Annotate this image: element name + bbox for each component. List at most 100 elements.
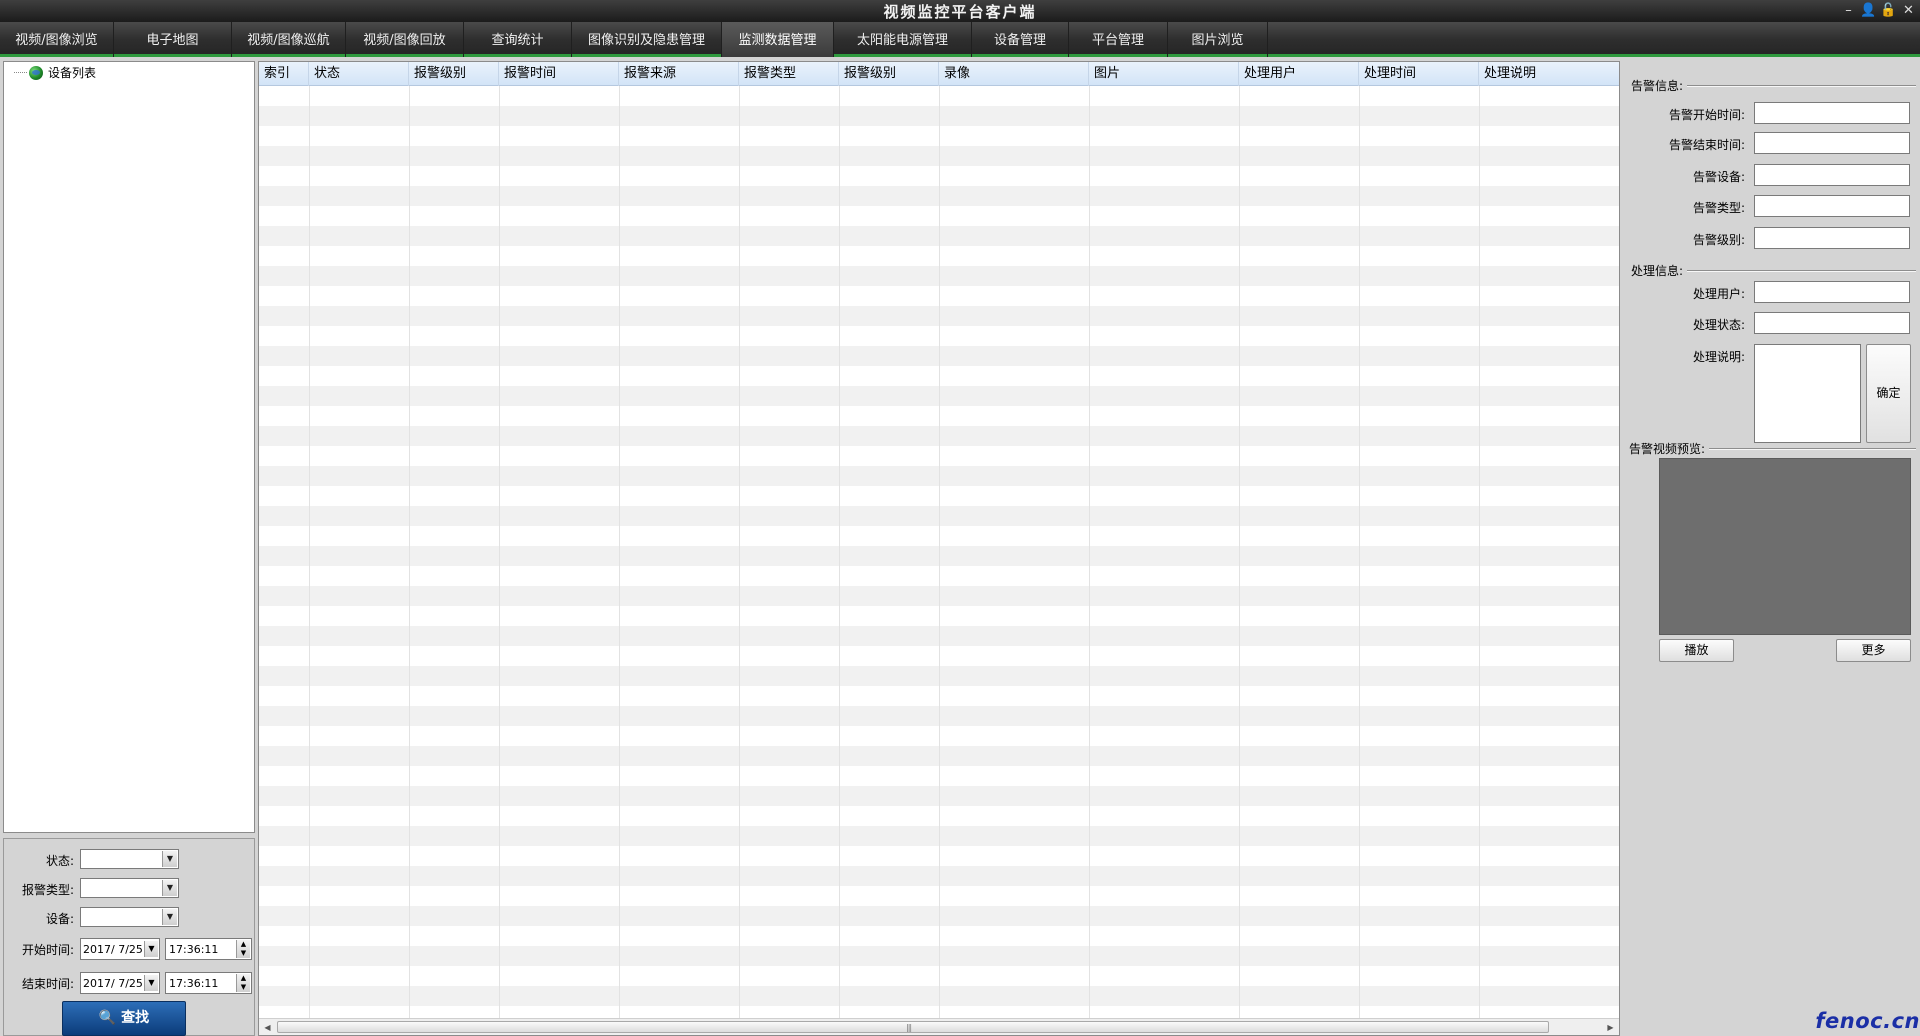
col-header-handler[interactable]: 处理用户 — [1239, 62, 1359, 86]
handle-note-textarea[interactable] — [1754, 344, 1861, 443]
col-header-recording[interactable]: 录像 — [939, 62, 1089, 86]
alarm-start-field[interactable] — [1754, 102, 1910, 124]
col-header-handle-note[interactable]: 处理说明 — [1479, 62, 1619, 86]
more-button[interactable]: 更多 — [1836, 639, 1911, 662]
tab-platform-mgmt[interactable]: 平台管理 — [1069, 22, 1168, 57]
alarm-start-label: 告警开始时间: — [1668, 108, 1745, 122]
window-controls: – 👤 🔓 ✕ — [1839, 1, 1918, 19]
tab-image-recognition[interactable]: 图像识别及隐患管理 — [572, 22, 722, 57]
device-tree[interactable]: 设备列表 — [3, 61, 255, 833]
alarm-end-label: 告警结束时间: — [1668, 138, 1745, 152]
col-header-status[interactable]: 状态 — [309, 62, 409, 86]
detail-panel: 告警信息: 告警开始时间: 告警结束时间: 告警设备: 告警类型: 告警级别: … — [1623, 61, 1920, 1036]
alarm-info-section: 告警信息: — [1631, 77, 1916, 94]
table-header: 索引 状态 报警级别 报警时间 报警来源 报警类型 报警级别 录像 图片 处理用… — [259, 62, 1619, 86]
chevron-down-icon[interactable]: ▼ — [162, 909, 177, 925]
start-time-spinner[interactable]: 17:36:11 ▲ ▼ — [165, 938, 252, 960]
column-divider — [939, 86, 940, 1019]
chevron-down-icon[interactable]: ▼ — [144, 941, 158, 957]
handler-field[interactable] — [1754, 281, 1910, 303]
alarm-type-label: 报警类型: — [21, 883, 74, 897]
scroll-left-icon[interactable]: ◀ — [260, 1020, 275, 1035]
col-header-handle-time[interactable]: 处理时间 — [1359, 62, 1479, 86]
col-header-alarm-level-2[interactable]: 报警级别 — [839, 62, 939, 86]
alarm-device-field[interactable] — [1754, 164, 1910, 186]
tab-video-cruise[interactable]: 视频/图像巡航 — [232, 22, 346, 57]
spin-arrows-icon[interactable]: ▲ ▼ — [236, 974, 250, 992]
end-time-value: 17:36:11 — [169, 977, 219, 990]
column-divider — [739, 86, 740, 1019]
tree-connector — [14, 72, 27, 73]
scrollbar-thumb[interactable]: ||| — [277, 1021, 1549, 1033]
main-menu-bar: 视频/图像浏览 电子地图 视频/图像巡航 视频/图像回放 查询统计 图像识别及隐… — [0, 22, 1920, 57]
column-divider — [1479, 86, 1480, 1019]
alarm-table[interactable]: 索引 状态 报警级别 报警时间 报警来源 报警类型 报警级别 录像 图片 处理用… — [258, 61, 1620, 1036]
tab-picture-browse[interactable]: 图片浏览 — [1168, 22, 1268, 57]
column-divider — [839, 86, 840, 1019]
chevron-down-icon[interactable]: ▼ — [162, 851, 177, 867]
handle-note-label: 处理说明: — [1692, 350, 1745, 364]
tab-video-playback[interactable]: 视频/图像回放 — [346, 22, 464, 57]
alarm-level-label: 告警级别: — [1692, 233, 1745, 247]
end-time-spinner[interactable]: 17:36:11 ▲ ▼ — [165, 972, 252, 994]
col-header-picture[interactable]: 图片 — [1089, 62, 1239, 86]
confirm-button[interactable]: 确定 — [1866, 344, 1911, 443]
handle-info-section: 处理信息: — [1631, 262, 1916, 279]
title-bar: 视频监控平台客户端 – 👤 🔓 ✕ — [0, 0, 1920, 22]
end-date-value: 2017/ 7/25 — [83, 977, 143, 990]
alarm-device-row: 告警设备: — [1623, 164, 1920, 186]
horizontal-scrollbar[interactable]: ◀ ||| ▶ — [259, 1018, 1619, 1035]
section-divider — [1687, 84, 1916, 87]
close-icon[interactable]: ✕ — [1899, 1, 1918, 19]
alarm-type-field[interactable] — [1754, 195, 1910, 217]
start-date-picker[interactable]: 2017/ 7/25 ▼ — [80, 938, 160, 960]
minimize-icon[interactable]: – — [1839, 1, 1858, 19]
video-preview[interactable] — [1659, 458, 1911, 635]
chevron-down-icon[interactable]: ▼ — [162, 880, 177, 896]
tab-solar-power[interactable]: 太阳能电源管理 — [834, 22, 972, 57]
section-divider — [1687, 269, 1916, 272]
unlock-icon[interactable]: 🔓 — [1879, 1, 1898, 19]
tree-root-node[interactable]: 设备列表 — [14, 64, 96, 81]
tab-query-stats[interactable]: 查询统计 — [464, 22, 572, 57]
handle-status-field[interactable] — [1754, 312, 1910, 334]
chevron-down-icon[interactable]: ▼ — [144, 975, 158, 991]
alarm-start-row: 告警开始时间: — [1623, 102, 1920, 124]
column-divider — [619, 86, 620, 1019]
alarm-end-field[interactable] — [1754, 132, 1910, 154]
alarm-type-select[interactable]: ▼ — [80, 878, 179, 898]
watermark: fenoc.cn — [1815, 1009, 1920, 1033]
table-body[interactable] — [259, 86, 1619, 1019]
tab-monitor-data[interactable]: 监测数据管理 — [722, 22, 834, 57]
col-header-index[interactable]: 索引 — [259, 62, 309, 86]
column-divider — [499, 86, 500, 1019]
status-label: 状态: — [45, 854, 74, 868]
globe-icon — [29, 65, 43, 80]
col-header-alarm-time[interactable]: 报警时间 — [499, 62, 619, 86]
start-time-value: 17:36:11 — [169, 943, 219, 956]
search-button[interactable]: 🔍 查找 — [62, 1001, 186, 1036]
filter-panel: 状态: ▼ 报警类型: ▼ 设备: ▼ 开始时间: 2017/ 7/25 ▼ 1… — [3, 838, 255, 1036]
device-label: 设备: — [45, 912, 74, 926]
alarm-level-field[interactable] — [1754, 227, 1910, 249]
end-date-picker[interactable]: 2017/ 7/25 ▼ — [80, 972, 160, 994]
col-header-alarm-level[interactable]: 报警级别 — [409, 62, 499, 86]
handle-status-label: 处理状态: — [1692, 318, 1745, 332]
scroll-right-icon[interactable]: ▶ — [1603, 1020, 1618, 1035]
tab-device-mgmt[interactable]: 设备管理 — [972, 22, 1069, 57]
tab-video-browse[interactable]: 视频/图像浏览 — [0, 22, 114, 57]
preview-heading: 告警视频预览: — [1629, 442, 1706, 456]
alarm-level-row: 告警级别: — [1623, 227, 1920, 249]
window-title: 视频监控平台客户端 — [883, 3, 1037, 21]
spin-arrows-icon[interactable]: ▲ ▼ — [236, 940, 250, 958]
tab-e-map[interactable]: 电子地图 — [114, 22, 232, 57]
user-icon[interactable]: 👤 — [1859, 1, 1878, 19]
col-header-alarm-source[interactable]: 报警来源 — [619, 62, 739, 86]
play-button[interactable]: 播放 — [1659, 639, 1734, 662]
grip-icon: ||| — [906, 1023, 912, 1032]
device-select[interactable]: ▼ — [80, 907, 179, 927]
column-divider — [409, 86, 410, 1019]
status-select[interactable]: ▼ — [80, 849, 179, 869]
filter-start-row: 开始时间: 2017/ 7/25 ▼ 17:36:11 ▲ ▼ — [4, 937, 254, 960]
col-header-alarm-type[interactable]: 报警类型 — [739, 62, 839, 86]
